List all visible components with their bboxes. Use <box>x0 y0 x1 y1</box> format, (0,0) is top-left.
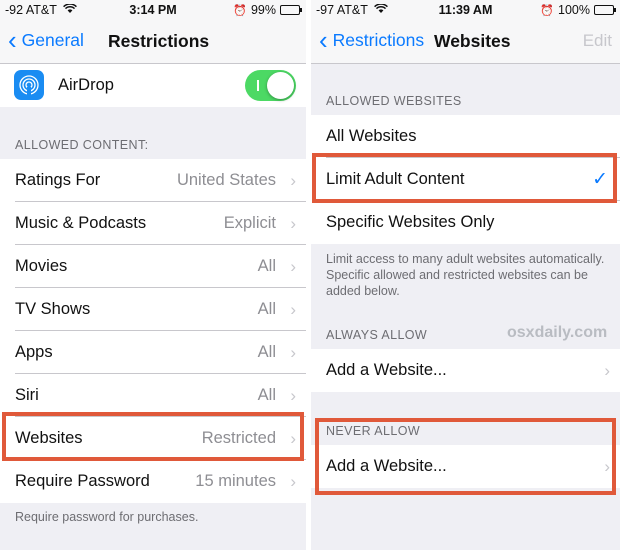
all-websites-option[interactable]: All Websites <box>311 115 620 158</box>
navigation-bar: ‹ Restrictions Websites Edit <box>311 20 620 64</box>
alarm-icon: ⏰ <box>540 4 555 17</box>
watermark: osxdaily.com <box>507 324 608 341</box>
music-podcasts-row[interactable]: Music & Podcasts Explicit › <box>0 202 306 245</box>
chevron-right-icon: › <box>290 257 296 276</box>
battery-percent: 99% <box>250 3 276 17</box>
allowed-content-header: ALLOWED CONTENT: <box>15 138 149 152</box>
back-label: General <box>21 29 84 50</box>
status-bar: -92 AT&T 3:14 PM ⏰ 99% <box>0 0 306 20</box>
movies-row[interactable]: Movies All › <box>0 245 306 288</box>
option-label: All Websites <box>326 127 417 145</box>
limit-description: Limit access to many adult websites auto… <box>326 252 605 298</box>
apps-row[interactable]: Apps All › <box>0 331 306 374</box>
row-value: United States <box>176 171 276 189</box>
siri-row[interactable]: Siri All › <box>0 374 306 417</box>
always-allow-header: ALWAYS ALLOW <box>326 328 428 342</box>
airdrop-row: AirDrop <box>0 64 306 107</box>
battery-icon <box>594 5 616 15</box>
chevron-right-icon: › <box>290 300 296 319</box>
airdrop-label: AirDrop <box>58 76 114 94</box>
chevron-right-icon: › <box>604 361 610 380</box>
row-value: 15 minutes <box>195 472 276 490</box>
row-label: Movies <box>15 257 68 275</box>
page-title: Websites <box>434 31 511 51</box>
websites-highlight-box <box>2 412 304 461</box>
row-value: All <box>257 343 276 361</box>
battery-percent: 100% <box>558 3 590 17</box>
page-title: Restrictions <box>108 31 210 51</box>
chevron-right-icon: › <box>290 214 296 233</box>
tv-shows-row[interactable]: TV Shows All › <box>0 288 306 331</box>
chevron-right-icon: › <box>290 386 296 405</box>
option-label: Specific Websites Only <box>326 213 495 231</box>
chevron-right-icon: › <box>290 171 296 190</box>
require-password-row[interactable]: Require Password 15 minutes › <box>0 460 306 503</box>
airdrop-toggle[interactable] <box>245 70 296 101</box>
row-label: TV Shows <box>15 300 91 318</box>
row-value: All <box>257 300 276 318</box>
add-website-label: Add a Website... <box>326 361 447 379</box>
row-value: Explicit <box>223 214 276 232</box>
airdrop-icon <box>14 70 44 100</box>
back-button[interactable]: ‹ General <box>8 25 84 55</box>
row-label: Siri <box>15 386 39 404</box>
back-chevron-icon: ‹ <box>319 25 328 55</box>
specific-websites-option[interactable]: Specific Websites Only <box>311 201 620 244</box>
row-value: All <box>257 257 276 275</box>
ratings-for-row[interactable]: Ratings For United States › <box>0 159 306 202</box>
back-chevron-icon: ‹ <box>8 25 17 55</box>
chevron-right-icon: › <box>290 472 296 491</box>
back-label: Restrictions <box>332 29 425 50</box>
battery-indicator: ⏰ 100% <box>540 3 616 17</box>
status-bar: -97 AT&T 11:39 AM ⏰ 100% <box>311 0 620 20</box>
edit-button[interactable]: Edit <box>583 31 612 51</box>
navigation-bar: ‹ General Restrictions <box>0 20 306 64</box>
row-label: Music & Podcasts <box>15 214 147 232</box>
limit-adult-highlight-box <box>312 153 617 203</box>
battery-indicator: ⏰ 99% <box>233 3 302 17</box>
row-value: All <box>257 386 276 404</box>
always-allow-add-website[interactable]: Add a Website... › <box>311 349 620 392</box>
allowed-websites-header: ALLOWED WEBSITES <box>326 94 462 108</box>
battery-icon <box>280 5 302 15</box>
chevron-right-icon: › <box>290 343 296 362</box>
purchases-footnote: Require password for purchases. <box>15 510 199 524</box>
row-label: Apps <box>15 343 53 361</box>
alarm-icon: ⏰ <box>233 4 247 17</box>
row-label: Require Password <box>15 472 150 490</box>
never-allow-highlight-box <box>315 418 616 495</box>
row-label: Ratings For <box>15 171 101 189</box>
back-button[interactable]: ‹ Restrictions <box>319 25 425 55</box>
restrictions-screen: -92 AT&T 3:14 PM ⏰ 99% ‹ General Restric… <box>0 0 306 550</box>
